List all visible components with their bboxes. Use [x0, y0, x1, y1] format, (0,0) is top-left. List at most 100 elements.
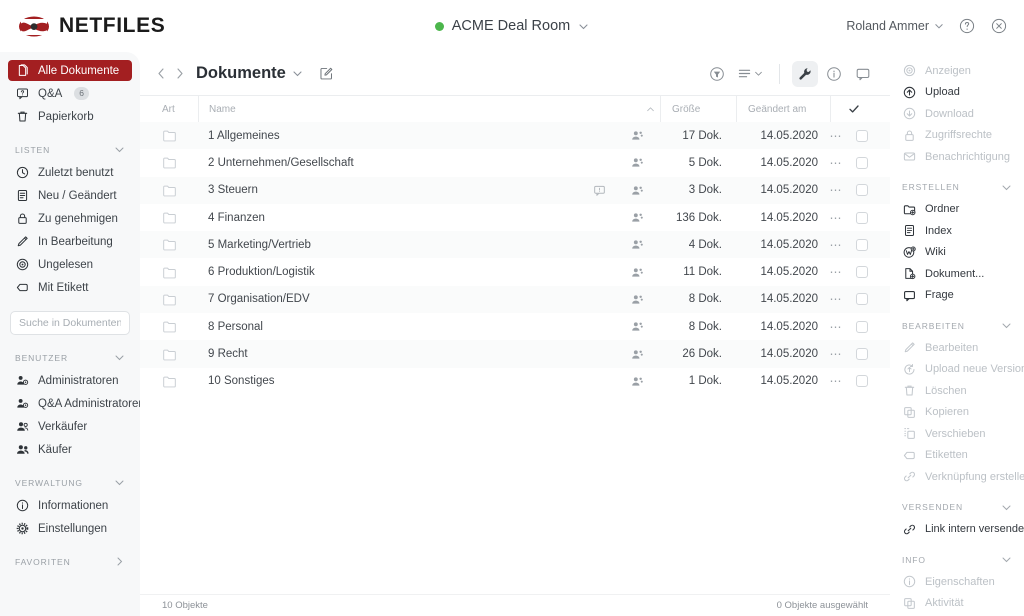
sidebar-item-kaeufer[interactable]: Käufer — [8, 439, 132, 460]
panel-section-title: BEARBEITEN — [902, 320, 965, 331]
sidebar-item-qa-administratoren[interactable]: Q&A Administratoren — [8, 393, 140, 414]
action-anzeigen: Anzeigen — [890, 60, 1024, 82]
info-circle-icon[interactable] — [821, 61, 847, 87]
action-frage[interactable]: Frage — [890, 285, 1024, 307]
close-circle-icon[interactable] — [990, 17, 1008, 35]
sidebar-section-benutzer-header[interactable]: BENUTZER — [0, 352, 140, 363]
row-checkbox[interactable] — [856, 348, 868, 361]
select-all-checkmark-icon[interactable] — [830, 96, 876, 122]
action-wiki[interactable]: Wiki — [890, 242, 1024, 264]
sidebar-section-favoriten-header[interactable]: FAVORITEN — [0, 556, 140, 567]
row-more-menu-button[interactable]: ⋯ — [824, 320, 848, 334]
sidebar-item-zuletzt-benutzt[interactable]: Zuletzt benutzt — [8, 162, 132, 183]
column-header-name[interactable]: Name — [198, 96, 640, 122]
row-checkbox[interactable] — [856, 238, 868, 251]
row-more-menu-button[interactable]: ⋯ — [824, 292, 848, 306]
permissions-users-icon[interactable] — [616, 184, 658, 197]
row-checkbox[interactable] — [856, 156, 868, 169]
view-list-icon[interactable] — [733, 61, 767, 87]
deal-room-switcher[interactable]: ACME Deal Room — [434, 18, 589, 34]
table-row[interactable]: 1 Allgemeines 17 Dok. 14.05.2020 ⋯ — [140, 122, 890, 150]
permissions-users-icon[interactable] — [616, 348, 658, 361]
pencil-icon — [15, 235, 29, 249]
row-more-menu-button[interactable]: ⋯ — [824, 129, 848, 143]
wiki-icon — [902, 246, 916, 259]
permissions-users-icon[interactable] — [616, 211, 658, 224]
row-checkbox[interactable] — [856, 129, 868, 142]
permissions-users-icon[interactable] — [616, 156, 658, 169]
table-row[interactable]: 7 Organisation/EDV 8 Dok. 14.05.2020 ⋯ — [140, 285, 890, 314]
row-more-menu-button[interactable]: ⋯ — [824, 347, 848, 361]
sidebar-item-informationen[interactable]: Informationen — [8, 495, 132, 516]
row-checkbox[interactable] — [856, 266, 868, 279]
panel-section-erstellen-header[interactable]: ERSTELLEN — [890, 182, 1024, 193]
sort-ascending-icon[interactable] — [640, 96, 660, 122]
column-header-geaendert-am[interactable]: Geändert am — [736, 96, 830, 122]
chevron-down-icon[interactable] — [292, 68, 303, 79]
row-checkbox[interactable] — [856, 375, 868, 388]
row-more-menu-button[interactable]: ⋯ — [824, 156, 848, 170]
action-link-intern-versenden[interactable]: Link intern versenden — [890, 519, 1024, 541]
note-bubble-icon[interactable] — [582, 184, 616, 197]
sidebar-item-verkaeufer[interactable]: Verkäufer — [8, 416, 132, 437]
sidebar-item-neu-geaendert[interactable]: Neu / Geändert — [8, 185, 132, 206]
permissions-users-icon[interactable] — [616, 375, 658, 388]
action-index[interactable]: Index — [890, 220, 1024, 242]
table-row[interactable]: 10 Sonstiges 1 Dok. 14.05.2020 ⋯ — [140, 368, 890, 395]
comment-bubble-icon[interactable] — [850, 61, 876, 87]
row-more-menu-button[interactable]: ⋯ — [824, 238, 848, 252]
sidebar-item-ungelesen[interactable]: Ungelesen — [8, 254, 132, 275]
permissions-users-icon[interactable] — [616, 266, 658, 279]
sidebar-item-alle-dokumente[interactable]: Alle Dokumente — [8, 60, 132, 81]
permissions-users-icon[interactable] — [616, 320, 658, 333]
table-row[interactable]: 5 Marketing/Vertrieb 4 Dok. 14.05.2020 ⋯ — [140, 231, 890, 259]
sidebar-section-listen-header[interactable]: LISTEN — [0, 144, 140, 155]
row-more-menu-button[interactable]: ⋯ — [824, 374, 848, 388]
action-dokument[interactable]: Dokument... — [890, 263, 1024, 285]
chevron-right-icon[interactable] — [172, 64, 187, 84]
table-row[interactable]: 6 Produktion/Logistik 11 Dok. 14.05.2020 ⋯ — [140, 258, 890, 285]
action-label: Upload neue Version — [925, 363, 1024, 376]
column-header-groesse[interactable]: Größe — [660, 96, 736, 122]
sidebar-item-zu-genehmigen[interactable]: Zu genehmigen — [8, 208, 132, 229]
chevron-left-icon[interactable] — [154, 64, 169, 84]
permissions-users-icon[interactable] — [616, 293, 658, 306]
brand-logo[interactable]: NETFILES — [0, 14, 290, 38]
table-row[interactable]: 9 Recht 26 Dok. 14.05.2020 ⋯ — [140, 340, 890, 368]
sidebar-item-papierkorb[interactable]: Papierkorb — [8, 106, 132, 127]
sidebar-item-label: Q&A — [38, 87, 63, 100]
row-more-menu-button[interactable]: ⋯ — [824, 211, 848, 225]
help-circle-icon[interactable] — [958, 17, 976, 35]
search-input[interactable] — [10, 311, 130, 335]
sidebar-item-qa[interactable]: Q&A 6 — [8, 83, 132, 104]
row-checkbox[interactable] — [856, 320, 868, 333]
table-row[interactable]: 8 Personal 8 Dok. 14.05.2020 ⋯ — [140, 313, 890, 340]
permissions-users-icon[interactable] — [616, 129, 658, 142]
table-row[interactable]: 4 Finanzen 136 Dok. 14.05.2020 ⋯ — [140, 204, 890, 231]
table-row[interactable]: 3 Steuern 3 Dok. 14.05.2020 ⋯ — [140, 176, 890, 204]
sidebar-item-einstellungen[interactable]: Einstellungen — [8, 518, 132, 539]
row-checkbox[interactable] — [856, 211, 868, 224]
sidebar-item-administratoren[interactable]: Administratoren — [8, 370, 132, 391]
filter-icon[interactable] — [704, 61, 730, 87]
row-checkbox[interactable] — [856, 184, 868, 197]
panel-section-info-header[interactable]: INFO — [890, 554, 1024, 565]
panel-section-versenden-header[interactable]: VERSENDEN — [890, 502, 1024, 513]
column-header-art[interactable]: Art — [154, 96, 198, 122]
row-checkbox[interactable] — [856, 293, 868, 306]
permissions-users-icon[interactable] — [616, 238, 658, 251]
panel-section-bearbeiten-header[interactable]: BEARBEITEN — [890, 320, 1024, 331]
sidebar-section-verwaltung-header[interactable]: VERWALTUNG — [0, 477, 140, 488]
sidebar-item-mit-etikett[interactable]: Mit Etikett — [8, 277, 132, 298]
row-more-menu-button[interactable]: ⋯ — [824, 183, 848, 197]
page-title[interactable]: Dokumente — [196, 64, 286, 83]
wrench-icon[interactable] — [792, 60, 818, 87]
table-row[interactable]: 2 Unternehmen/Gesellschaft 5 Dok. 14.05.20… — [140, 149, 890, 176]
row-more-menu-button[interactable]: ⋯ — [824, 265, 848, 279]
action-upload[interactable]: Upload — [890, 82, 1024, 104]
user-menu[interactable]: Roland Ammer — [846, 19, 944, 33]
sidebar-item-in-bearbeitung[interactable]: In Bearbeitung — [8, 231, 132, 252]
sidebar-item-label: Informationen — [38, 499, 109, 512]
action-ordner[interactable]: Ordner — [890, 199, 1024, 221]
edit-square-icon[interactable] — [319, 66, 334, 81]
